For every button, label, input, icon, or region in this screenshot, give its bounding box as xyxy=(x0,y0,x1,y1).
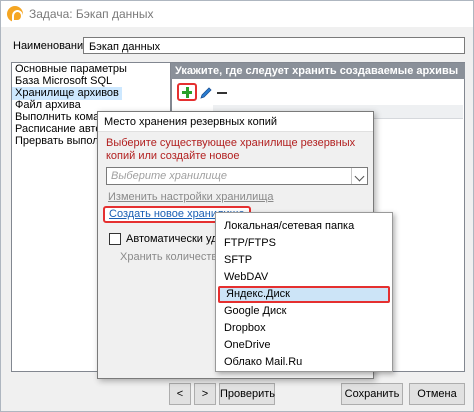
storage-section-header: Укажите, где следует хранить создаваемые… xyxy=(171,63,465,79)
remove-storage-icon[interactable] xyxy=(217,92,227,94)
title-bar: Задача: Бэкап данных xyxy=(1,1,473,27)
storage-select-placeholder: Выберите хранилище xyxy=(111,170,228,182)
menu-item-dropbox[interactable]: Dropbox xyxy=(224,320,266,337)
menu-item-webdav[interactable]: WebDAV xyxy=(224,269,268,286)
menu-item-sftp[interactable]: SFTP xyxy=(224,252,252,269)
menu-item-onedrive[interactable]: OneDrive xyxy=(224,337,270,354)
dialog-prompt: Выберите существующее хранилище резервны… xyxy=(106,137,356,162)
prev-button[interactable]: < xyxy=(169,383,191,405)
add-storage-icon[interactable] xyxy=(177,83,197,101)
menu-item-ftp[interactable]: FTP/FTPS xyxy=(224,235,276,252)
menu-item-google-drive[interactable]: Google Диск xyxy=(224,303,286,320)
name-input[interactable]: Бэкап данных xyxy=(83,37,465,54)
edit-pencil-icon[interactable] xyxy=(199,86,213,100)
window-title: Задача: Бэкап данных xyxy=(29,7,154,21)
chevron-down-icon[interactable] xyxy=(351,168,367,184)
menu-item-yandex-disk[interactable]: Яндекс.Диск xyxy=(218,286,390,303)
app-logo-icon xyxy=(7,6,23,22)
menu-item-local-folder[interactable]: Локальная/сетевая папка xyxy=(224,218,354,235)
check-button[interactable]: Проверить xyxy=(219,383,275,405)
name-label: Наименование: xyxy=(13,40,93,52)
menu-item-mailru-cloud[interactable]: Облако Mail.Ru xyxy=(224,354,302,371)
name-input-value: Бэкап данных xyxy=(89,41,161,53)
save-button[interactable]: Сохранить xyxy=(341,383,403,405)
storage-type-menu: Локальная/сетевая папка FTP/FTPS SFTP We… xyxy=(215,212,393,372)
auto-delete-checkbox[interactable] xyxy=(109,233,121,245)
dialog-title: Место хранения резервных копий xyxy=(98,112,373,132)
storage-select[interactable]: Выберите хранилище xyxy=(106,167,368,185)
cancel-button[interactable]: Отмена xyxy=(409,383,465,405)
next-button[interactable]: > xyxy=(194,383,216,405)
edit-storage-link: Изменить настройки хранилища xyxy=(108,191,274,203)
